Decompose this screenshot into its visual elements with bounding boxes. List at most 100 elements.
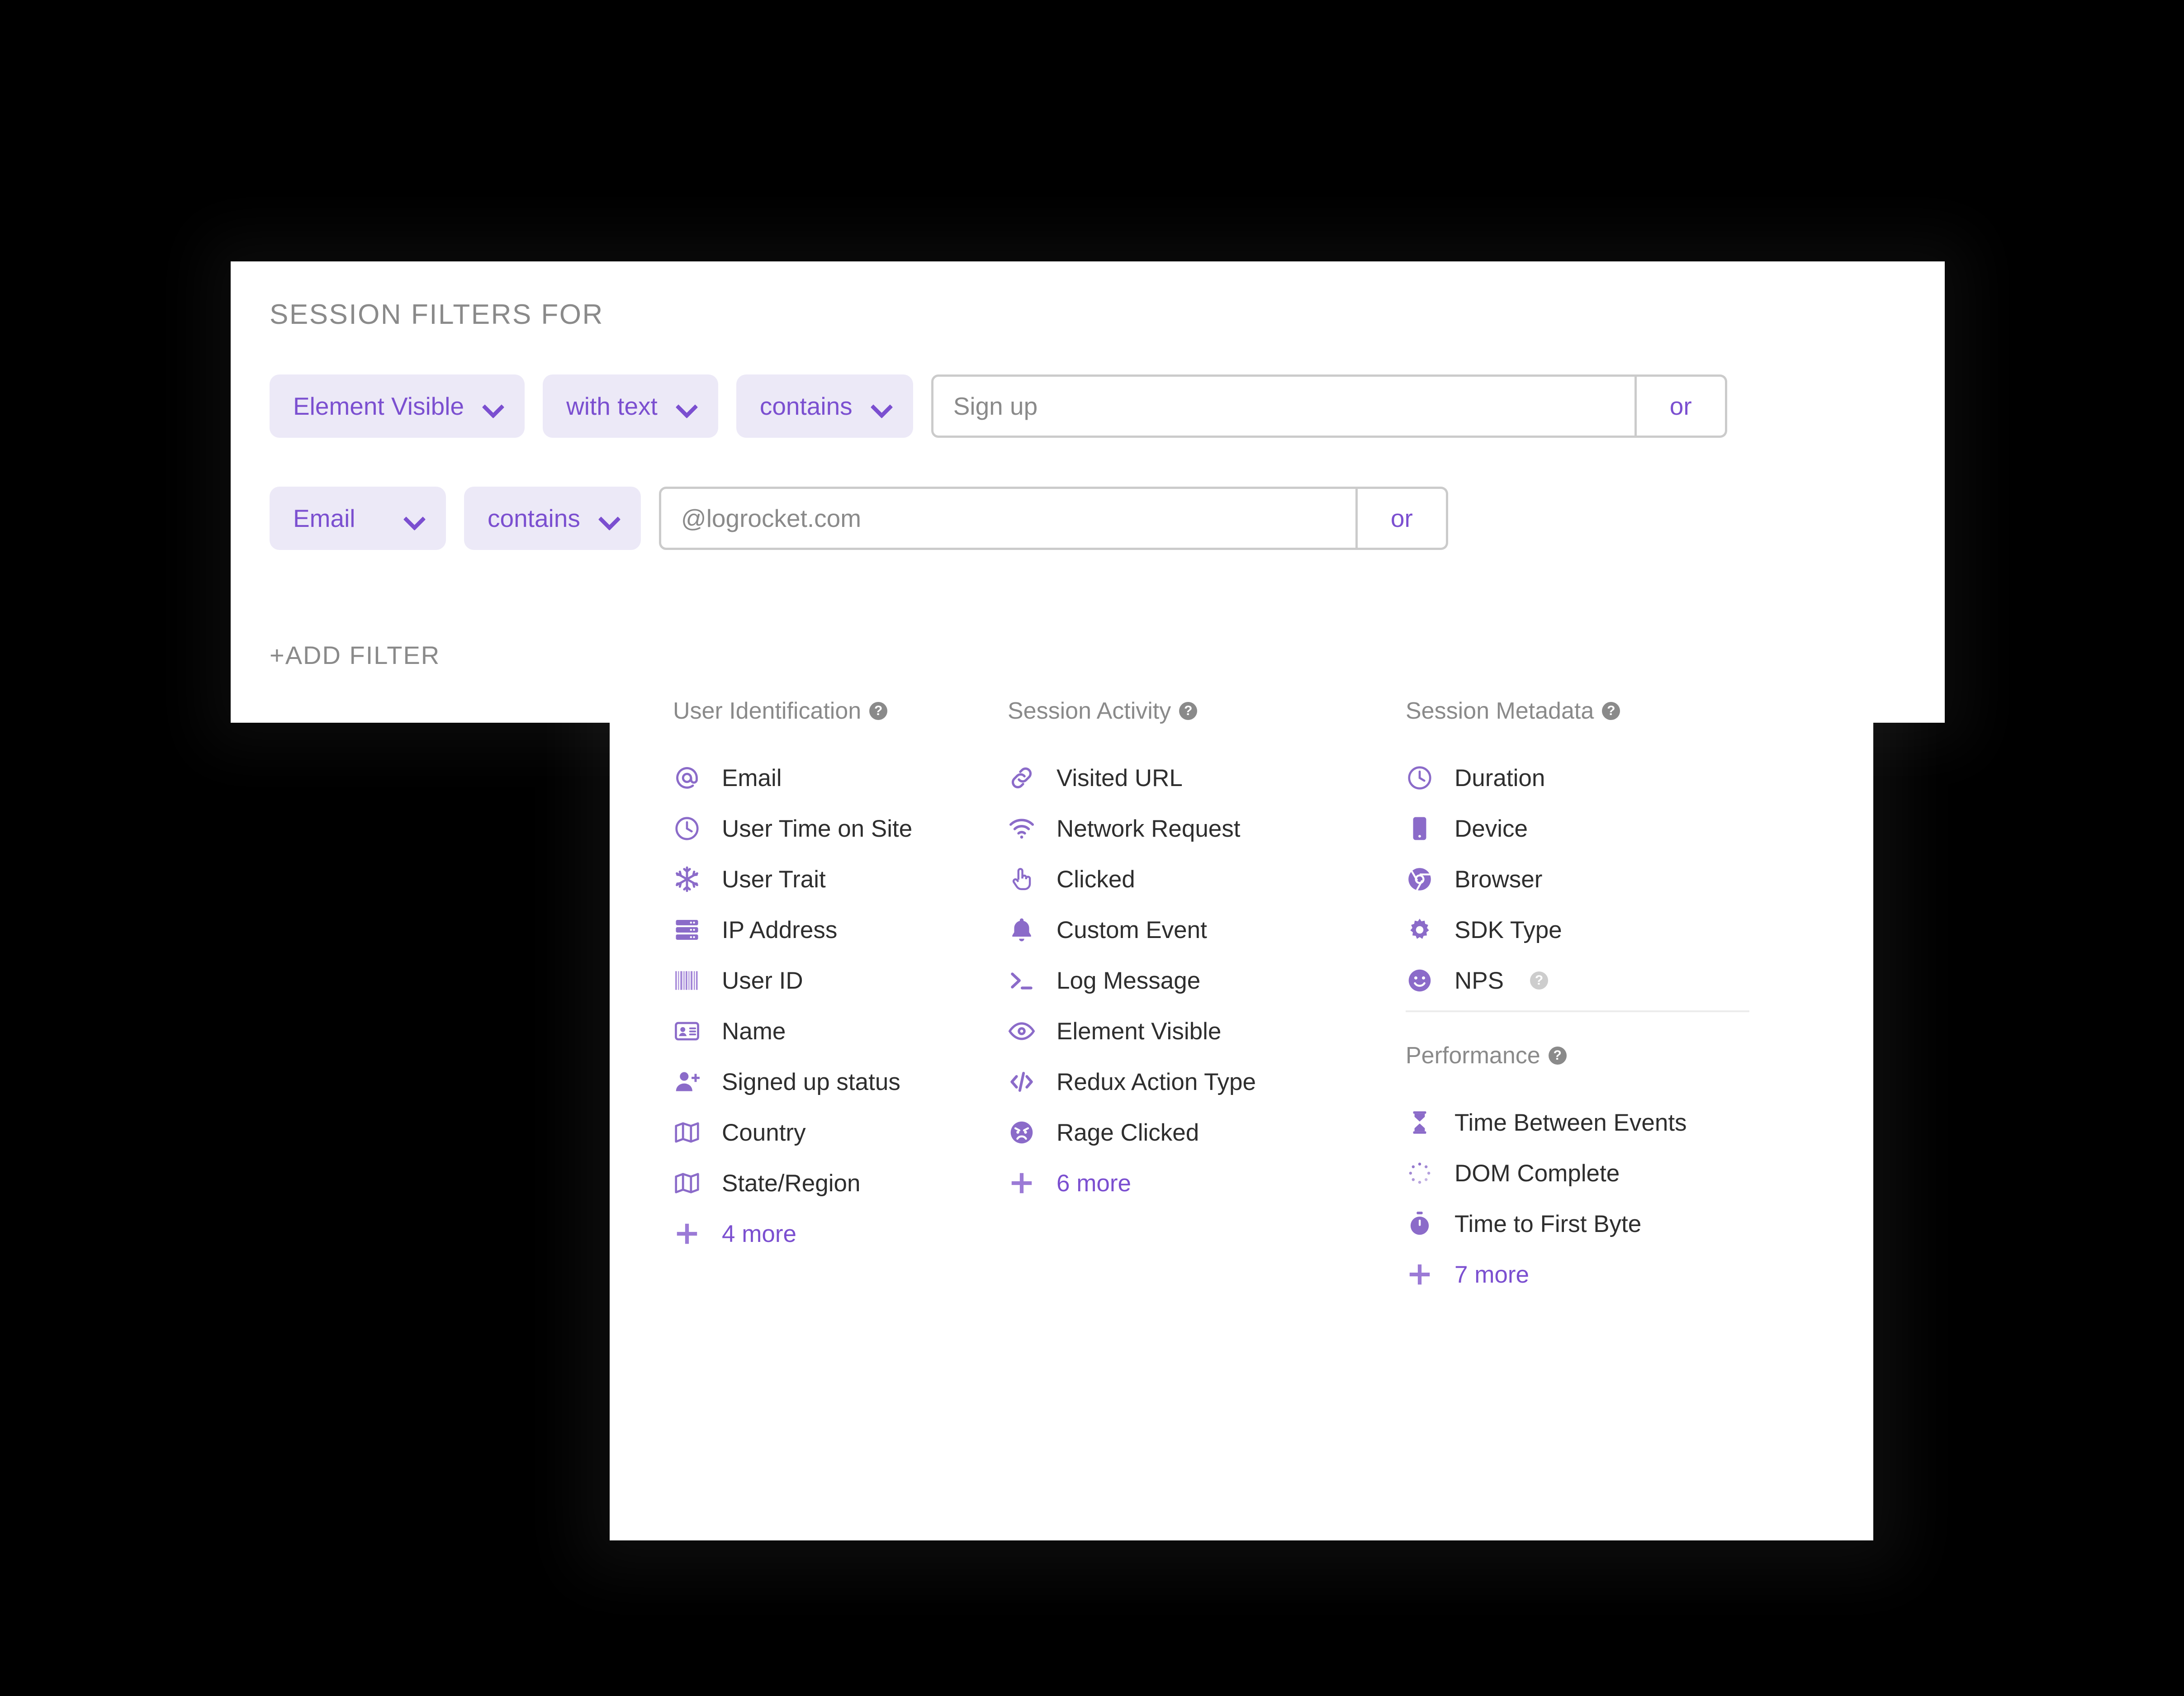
menu-item-element-visible[interactable]: Element Visible xyxy=(1008,1006,1406,1056)
server-icon xyxy=(673,916,701,944)
menu-item-clicked[interactable]: Clicked xyxy=(1008,854,1406,905)
menu-item-label: SDK Type xyxy=(1454,916,1562,944)
menu-item-log-message[interactable]: Log Message xyxy=(1008,955,1406,1006)
filter-operator-dropdown-1[interactable]: contains xyxy=(736,374,913,438)
menu-item-label: IP Address xyxy=(722,916,837,944)
menu-item-nps[interactable]: NPS ? xyxy=(1406,955,1808,1006)
menu-item-label: Custom Event xyxy=(1056,916,1207,944)
filter-row: Email contains @logrocket.com or xyxy=(270,487,1448,550)
help-icon[interactable]: ? xyxy=(1530,971,1548,990)
filter-field-label-2: Email xyxy=(293,504,355,533)
screenshot-stage: SESSION FILTERS FOR Element Visible with… xyxy=(0,0,2184,1696)
filter-operator-label-2: contains xyxy=(488,504,580,533)
menu-item-label: Browser xyxy=(1454,866,1542,893)
code-icon xyxy=(1008,1068,1036,1096)
menu-item-label: Redux Action Type xyxy=(1056,1068,1256,1096)
filter-field-label-1: Element Visible xyxy=(293,392,464,421)
filter-value-input-2[interactable]: @logrocket.com xyxy=(659,487,1358,550)
add-filter-button[interactable]: +ADD FILTER xyxy=(270,640,440,670)
menu-item-sdk-type[interactable]: SDK Type xyxy=(1406,905,1808,955)
menu-item-label: DOM Complete xyxy=(1454,1160,1620,1187)
filter-operator-dropdown-2[interactable]: contains xyxy=(464,487,641,550)
filter-operator-label-1: contains xyxy=(760,392,853,421)
chevron-down-icon xyxy=(484,398,501,415)
menu-item-label: Rage Clicked xyxy=(1056,1119,1199,1146)
terminal-icon xyxy=(1008,966,1036,995)
menu-item-label: User ID xyxy=(722,967,803,995)
menu-item-label: Time Between Events xyxy=(1454,1109,1687,1137)
filter-field-dropdown-2[interactable]: Email xyxy=(270,487,446,550)
menu-item-label: Signed up status xyxy=(722,1068,900,1096)
menu-item-label: 6 more xyxy=(1056,1170,1131,1197)
menu-item-label: Duration xyxy=(1454,764,1545,792)
or-button-2[interactable]: or xyxy=(1358,487,1448,550)
section-divider xyxy=(1406,1010,1749,1012)
map-icon xyxy=(673,1169,701,1197)
menu-item-ip-address[interactable]: IP Address xyxy=(673,905,1008,955)
menu-item-label: Name xyxy=(722,1018,786,1045)
help-icon[interactable]: ? xyxy=(869,702,887,720)
menu-item-device[interactable]: Device xyxy=(1406,803,1808,854)
menu-item-label: Time to First Byte xyxy=(1454,1210,1641,1238)
phone-icon xyxy=(1406,815,1434,843)
page-title: SESSION FILTERS FOR xyxy=(270,298,604,331)
plus-icon xyxy=(673,1220,701,1248)
nps-help-wrapper: ? xyxy=(1522,971,1548,990)
menu-item-duration[interactable]: Duration xyxy=(1406,753,1808,803)
menu-item-name[interactable]: Name xyxy=(673,1006,1008,1056)
menu-column-heading: Session Metadata ? xyxy=(1406,697,1808,725)
menu-item-user-id[interactable]: User ID xyxy=(673,955,1008,1006)
menu-item-show-more-session-activity[interactable]: 6 more xyxy=(1008,1158,1406,1208)
menu-item-signed-up-status[interactable]: Signed up status xyxy=(673,1056,1008,1107)
help-icon[interactable]: ? xyxy=(1549,1047,1567,1065)
menu-item-network-request[interactable]: Network Request xyxy=(1008,803,1406,854)
or-button-1[interactable]: or xyxy=(1637,374,1727,438)
menu-item-label: Clicked xyxy=(1056,866,1135,893)
menu-item-time-between-events[interactable]: Time Between Events xyxy=(1406,1097,1808,1148)
smiley-icon xyxy=(1406,966,1434,995)
bell-icon xyxy=(1008,916,1036,944)
filter-value-input-1[interactable]: Sign up xyxy=(931,374,1637,438)
menu-item-user-trait[interactable]: User Trait xyxy=(673,854,1008,905)
menu-item-rage-clicked[interactable]: Rage Clicked xyxy=(1008,1107,1406,1158)
menu-item-label: Element Visible xyxy=(1056,1018,1221,1045)
filter-value-group-2: @logrocket.com or xyxy=(659,487,1448,550)
menu-item-custom-event[interactable]: Custom Event xyxy=(1008,905,1406,955)
menu-item-label: State/Region xyxy=(722,1170,860,1197)
menu-column-heading-label: Session Metadata xyxy=(1406,697,1594,725)
menu-item-country[interactable]: Country xyxy=(673,1107,1008,1158)
link-icon xyxy=(1008,764,1036,792)
chevron-down-icon xyxy=(405,510,422,527)
barcode-icon xyxy=(673,966,701,995)
menu-item-show-more-performance[interactable]: 7 more xyxy=(1406,1249,1808,1300)
menu-item-dom-complete[interactable]: DOM Complete xyxy=(1406,1148,1808,1199)
menu-item-user-time-on-site[interactable]: User Time on Site xyxy=(673,803,1008,854)
menu-item-time-to-first-byte[interactable]: Time to First Byte xyxy=(1406,1199,1808,1249)
menu-item-visited-url[interactable]: Visited URL xyxy=(1008,753,1406,803)
filter-value-group-1: Sign up or xyxy=(931,374,1727,438)
clock-icon xyxy=(673,815,701,843)
filter-qualifier-dropdown-1[interactable]: with text xyxy=(543,374,718,438)
help-icon[interactable]: ? xyxy=(1179,702,1197,720)
id-card-icon xyxy=(673,1017,701,1045)
user-plus-icon xyxy=(673,1068,701,1096)
filter-type-menu: User Identification ? Email xyxy=(610,644,1873,1540)
plus-icon xyxy=(1008,1169,1036,1197)
menu-item-email[interactable]: Email xyxy=(673,753,1008,803)
menu-item-state-region[interactable]: State/Region xyxy=(673,1158,1008,1208)
help-icon[interactable]: ? xyxy=(1602,702,1620,720)
menu-column-session-metadata: Session Metadata ? Duration xyxy=(1406,697,1808,1300)
menu-item-browser[interactable]: Browser xyxy=(1406,854,1808,905)
map-icon xyxy=(673,1118,701,1146)
menu-item-redux-action-type[interactable]: Redux Action Type xyxy=(1008,1056,1406,1107)
menu-column-heading-label: User Identification xyxy=(673,697,861,725)
menu-item-label: 4 more xyxy=(722,1220,796,1248)
filter-field-dropdown-1[interactable]: Element Visible xyxy=(270,374,525,438)
menu-column-heading-label: Session Activity xyxy=(1008,697,1171,725)
menu-item-show-more-user-identification[interactable]: 4 more xyxy=(673,1208,1008,1259)
menu-column-user-identification: User Identification ? Email xyxy=(610,697,1008,1300)
menu-item-label: NPS xyxy=(1454,967,1504,995)
menu-item-label: Log Message xyxy=(1056,967,1200,995)
plus-icon xyxy=(1406,1260,1434,1289)
menu-column-session-activity: Session Activity ? Visited URL xyxy=(1008,697,1406,1300)
